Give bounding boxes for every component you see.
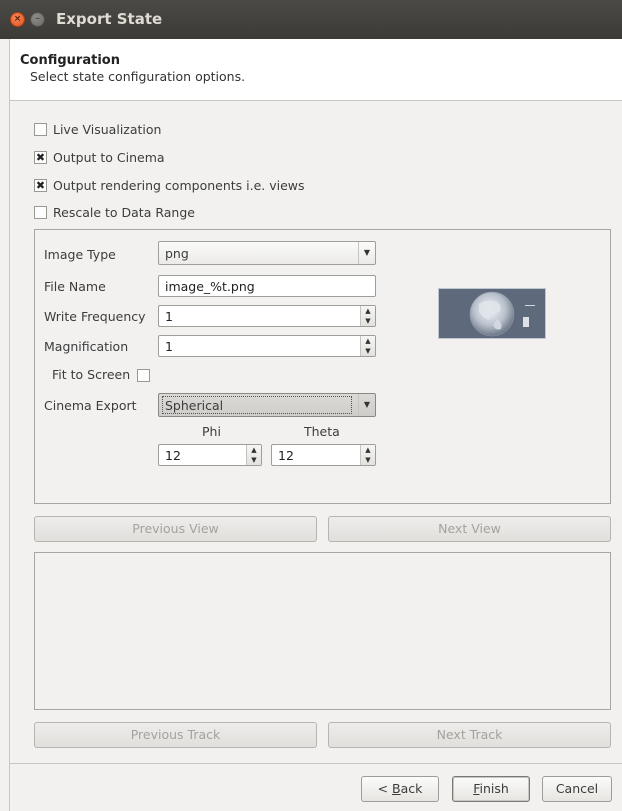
next-view-button[interactable]: Next View [328, 516, 611, 542]
magnification-value: 1 [165, 339, 173, 354]
finish-button[interactable]: Finish [452, 776, 530, 802]
output-rendering-components-option[interactable]: ✖ Output rendering components i.e. views [34, 176, 305, 194]
wizard-header: Configuration Select state configuration… [10, 39, 622, 101]
close-icon[interactable]: × [10, 12, 25, 27]
theta-spinbox[interactable]: 12 ▲ ▼ [271, 444, 376, 466]
next-track-button[interactable]: Next Track [328, 722, 611, 748]
image-type-label: Image Type [44, 247, 116, 262]
chevron-down-icon: ▼ [358, 242, 375, 264]
page-title: Configuration [20, 53, 120, 68]
spin-arrows-icon[interactable]: ▲ ▼ [360, 306, 375, 326]
left-margin [0, 39, 10, 811]
cinema-export-value: Spherical [162, 396, 352, 414]
output-rendering-components-checkbox[interactable]: ✖ [34, 178, 47, 192]
output-to-cinema-label: Output to Cinema [53, 149, 165, 165]
output-rendering-components-label: Output rendering components i.e. views [53, 177, 305, 193]
track-panel [34, 552, 611, 710]
live-visualization-label: Live Visualization [53, 121, 162, 137]
cinema-export-label: Cinema Export [44, 398, 137, 413]
magnification-spinbox[interactable]: 1 ▲ ▼ [158, 335, 376, 357]
image-type-value: png [165, 246, 189, 261]
output-to-cinema-option[interactable]: ✖ Output to Cinema [34, 148, 165, 166]
view-preview-thumbnail [438, 288, 546, 339]
phi-spinbox[interactable]: 12 ▲ ▼ [158, 444, 262, 466]
minimize-icon[interactable]: – [30, 12, 45, 27]
fit-to-screen-label: Fit to Screen [52, 367, 131, 382]
write-frequency-value: 1 [165, 309, 173, 324]
globe-preview-image [439, 289, 545, 338]
file-name-label: File Name [44, 279, 106, 294]
spin-arrows-icon[interactable]: ▲ ▼ [360, 445, 375, 465]
live-visualization-option[interactable]: Live Visualization [34, 120, 161, 138]
write-frequency-label: Write Frequency [44, 309, 146, 324]
file-name-value: image_%t.png [165, 279, 255, 294]
theta-value: 12 [278, 448, 294, 463]
image-type-dropdown[interactable]: png ▼ [158, 241, 376, 265]
phi-label: Phi [202, 424, 221, 439]
window-title: Export State [56, 10, 163, 28]
chevron-down-icon: ▼ [358, 394, 375, 416]
previous-view-button[interactable]: Previous View [34, 516, 317, 542]
spin-arrows-icon[interactable]: ▲ ▼ [246, 445, 261, 465]
live-visualization-checkbox[interactable] [34, 122, 47, 136]
footer-separator [10, 763, 622, 764]
page-subtitle: Select state configuration options. [30, 69, 246, 84]
fit-to-screen-checkbox[interactable] [137, 369, 150, 382]
file-name-input[interactable]: image_%t.png [158, 275, 376, 297]
cinema-export-dropdown[interactable]: Spherical ▼ [158, 393, 376, 417]
magnification-label: Magnification [44, 339, 129, 354]
spin-arrows-icon[interactable]: ▲ ▼ [360, 336, 375, 356]
back-button[interactable]: < Back [361, 776, 439, 802]
rescale-to-data-range-checkbox[interactable] [34, 205, 47, 219]
title-bar: × – Export State [0, 0, 622, 39]
output-to-cinema-checkbox[interactable]: ✖ [34, 150, 47, 164]
rescale-to-data-range-option[interactable]: Rescale to Data Range [34, 203, 195, 221]
previous-track-button[interactable]: Previous Track [34, 722, 317, 748]
cancel-button[interactable]: Cancel [542, 776, 612, 802]
theta-label: Theta [304, 424, 340, 439]
phi-value: 12 [165, 448, 181, 463]
rescale-to-data-range-label: Rescale to Data Range [53, 204, 195, 220]
write-frequency-spinbox[interactable]: 1 ▲ ▼ [158, 305, 376, 327]
